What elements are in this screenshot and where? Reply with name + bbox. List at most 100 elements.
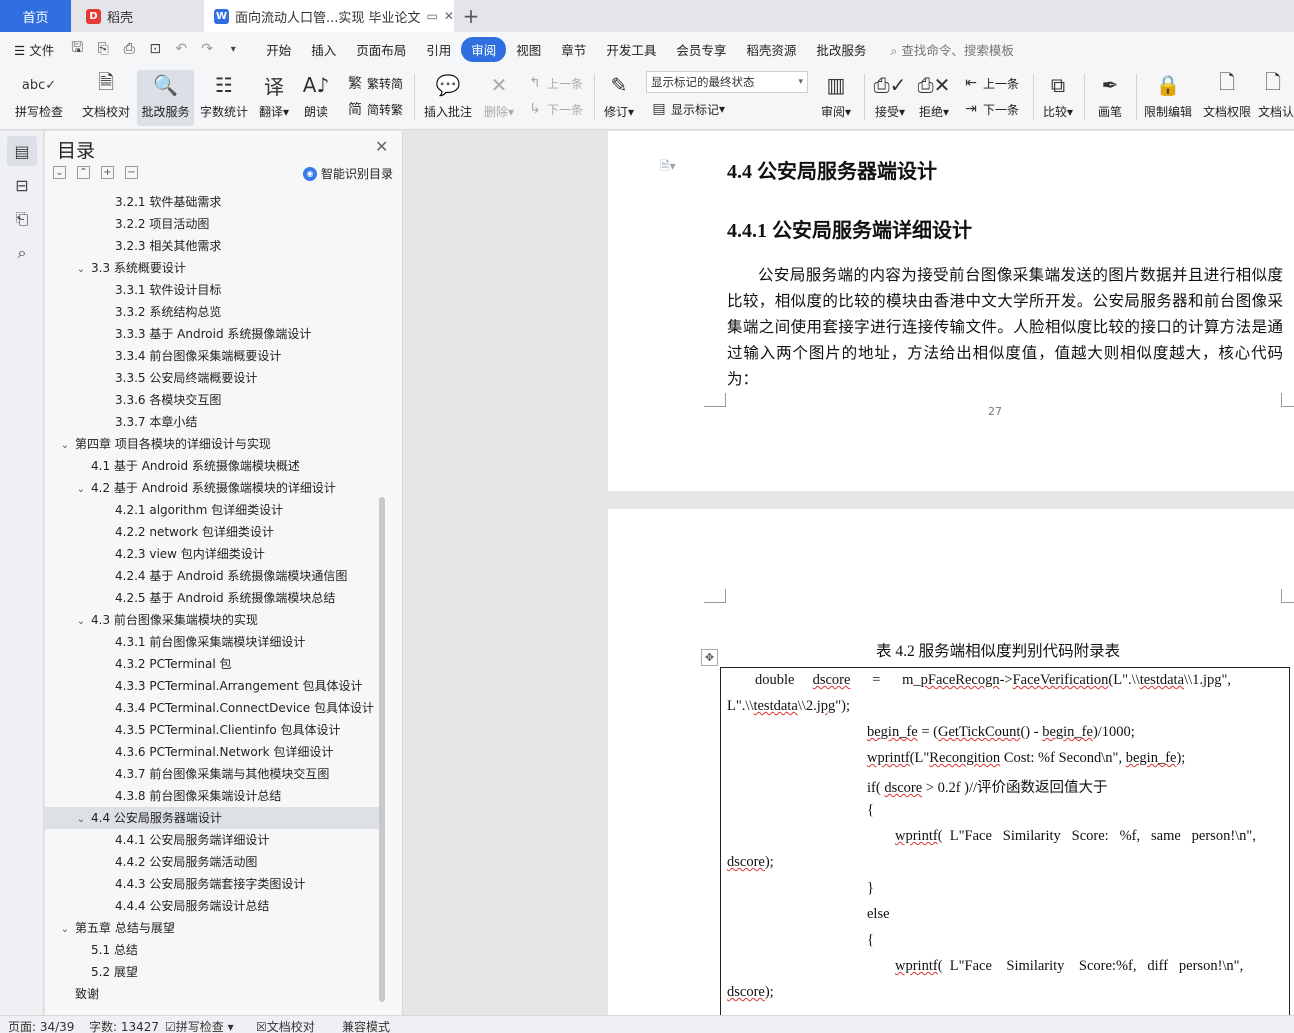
code-table[interactable]: double dscore = m_pFaceRecogn->FaceVerif… (720, 667, 1290, 1015)
simp-to-trad-button[interactable]: 简简转繁 (346, 98, 403, 120)
heading-4-4-1[interactable]: 4.4.1 公安局服务端详细设计 (727, 214, 972, 243)
toc-item[interactable]: 4.3.1 前台图像采集端模块详细设计 (45, 631, 380, 653)
collapse-all-icon[interactable]: ⌃ (77, 166, 90, 179)
toc-item[interactable]: 3.2.3 相关其他需求 (45, 235, 380, 257)
toc-item[interactable]: 4.3.7 前台图像采集端与其他模块交互图 (45, 763, 380, 785)
toc-item[interactable]: ⌄ 4.4 公安局服务器端设计 (45, 807, 380, 829)
toc-item[interactable]: 3.2.1 软件基础需求 (45, 191, 380, 213)
chapter-nav-icon[interactable]: ⊟ (7, 170, 37, 200)
compare-button[interactable]: ⧉ 比较▾ (1038, 70, 1078, 126)
menu-tab-6[interactable]: 章节 (551, 37, 596, 62)
menu-tab-7[interactable]: 开发工具 (596, 37, 666, 62)
tab-close-icon[interactable]: ✕ (444, 9, 454, 23)
toc-item[interactable]: 4.2.5 基于 Android 系统摄像端模块总结 (45, 587, 380, 609)
status-spellcheck[interactable]: ☑拼写检查 ▾ (165, 1018, 234, 1033)
print-icon[interactable]: ⎙ (118, 38, 140, 60)
command-search[interactable]: ⌕ 查找命令、搜索模板 (890, 40, 1014, 59)
chevron-down-icon[interactable]: ⌄ (75, 479, 87, 501)
add-heading-icon[interactable]: + (101, 166, 114, 179)
toc-item[interactable]: 4.2.2 network 包详细类设计 (45, 521, 380, 543)
close-icon[interactable]: ✕ (375, 137, 388, 156)
toc-item[interactable]: 4.4.1 公安局服务端详细设计 (45, 829, 380, 851)
toc-item[interactable]: 3.3.4 前台图像采集端概要设计 (45, 345, 380, 367)
menu-tab-10[interactable]: 批改服务 (806, 37, 876, 62)
menu-tab-3[interactable]: 引用 (416, 37, 461, 62)
toc-item[interactable]: ⌄ 3.3 系统概要设计 (45, 257, 380, 279)
toc-item[interactable]: 4.2.4 基于 Android 系统摄像端模块通信图 (45, 565, 380, 587)
heading-4-4[interactable]: 4.4 公安局服务器端设计 (727, 155, 937, 184)
chevron-down-icon[interactable]: ⌄ (59, 919, 71, 941)
toc-item[interactable]: 3.3.2 系统结构总览 (45, 301, 380, 323)
menu-tab-9[interactable]: 稻壳资源 (736, 37, 806, 62)
table-caption[interactable]: 表 4.2 服务端相似度判别代码附录表 (876, 639, 1120, 661)
toc-item[interactable]: 4.3.4 PCTerminal.ConnectDevice 包具体设计 (45, 697, 380, 719)
toc-item[interactable]: 5.1 总结 (45, 939, 380, 961)
next-change-button[interactable]: ⇥ 下一条 (962, 98, 1019, 120)
toc-item[interactable]: 3.3.5 公安局终端概要设计 (45, 367, 380, 389)
toc-item[interactable]: 4.2.3 view 包内详细类设计 (45, 543, 380, 565)
search-icon[interactable]: ⌕ (7, 238, 37, 268)
restrict-edit-button[interactable]: 🔒 限制编辑 (1140, 70, 1196, 126)
table-move-handle-icon[interactable]: ✥ (701, 649, 718, 666)
toc-item[interactable]: 3.3.1 软件设计目标 (45, 279, 380, 301)
smart-toc-button[interactable]: ◉ 智能识别目录 (303, 165, 393, 182)
bookmark-icon[interactable]: ⎗ (7, 204, 37, 234)
chevron-down-icon[interactable]: ⌄ (75, 259, 87, 281)
menu-tab-2[interactable]: 页面布局 (346, 37, 416, 62)
undo-icon[interactable]: ↶ (170, 38, 192, 60)
chevron-down-icon[interactable]: ⌄ (59, 435, 71, 457)
tab-home[interactable]: 首页 (0, 0, 71, 32)
toc-item[interactable]: ⌄ 第四章 项目各模块的详细设计与实现 (45, 433, 380, 455)
tab-daoke[interactable]: D 稻壳 (74, 0, 202, 32)
toc-item[interactable]: 4.1 基于 Android 系统摄像端模块概述 (45, 455, 380, 477)
remove-heading-icon[interactable]: − (125, 166, 138, 179)
toc-item[interactable]: ⌄ 4.3 前台图像采集端模块的实现 (45, 609, 380, 631)
tab-screen-icon[interactable]: ▭ (427, 9, 438, 23)
menu-tab-0[interactable]: 开始 (256, 37, 301, 62)
doc-cert-button[interactable]: 🗋 文档认 (1258, 70, 1294, 126)
chevron-down-icon[interactable]: ⌄ (75, 809, 87, 831)
file-menu[interactable]: ☰ 文件 (0, 37, 64, 62)
toc-item[interactable]: 3.3.3 基于 Android 系统摄像端设计 (45, 323, 380, 345)
paragraph-marker-icon[interactable]: 🗎▾ (660, 157, 676, 178)
redo-icon[interactable]: ↷ (196, 38, 218, 60)
menu-tab-4[interactable]: 审阅 (461, 36, 507, 62)
tab-document[interactable]: W 面向流动人口管...实现 毕业论文 ▭ ✕ (204, 0, 454, 32)
toc-item[interactable]: 4.3.5 PCTerminal.Clientinfo 包具体设计 (45, 719, 380, 741)
toc-item[interactable]: 4.4.4 公安局服务端设计总结 (45, 895, 380, 917)
next-comment-button[interactable]: ↳ 下一条 (526, 98, 583, 120)
toc-item[interactable]: ⌄ 4.2 基于 Android 系统摄像端模块的详细设计 (45, 477, 380, 499)
more-icon[interactable]: ▾ (222, 38, 244, 60)
word-count[interactable]: 字数: 13427 (89, 1018, 159, 1033)
toc-item[interactable]: 5.2 展望 (45, 961, 380, 983)
doc-rights-button[interactable]: 🗋 文档权限 (1199, 70, 1255, 126)
wordcount-button[interactable]: ☷ 字数统计 (198, 70, 250, 126)
toc-item[interactable]: 3.3.7 本章小结 (45, 411, 380, 433)
toc-item[interactable]: 4.4.2 公安局服务端活动图 (45, 851, 380, 873)
toc-item[interactable]: 4.4.3 公安局服务端套接字类图设计 (45, 873, 380, 895)
prev-change-button[interactable]: ⇤ 上一条 (962, 72, 1019, 94)
menu-tab-1[interactable]: 插入 (301, 37, 346, 62)
insert-comment-button[interactable]: 💬 插入批注 (421, 70, 475, 126)
expand-all-icon[interactable]: ⌄ (53, 166, 66, 179)
toc-item[interactable]: 3.2.2 项目活动图 (45, 213, 380, 235)
revise-button[interactable]: ✎ 修订▾ (600, 70, 638, 126)
status-proof[interactable]: ☒文档校对 (256, 1018, 315, 1033)
export-icon[interactable]: ⎘ (92, 38, 114, 60)
translate-button[interactable]: 译翻译▾ (255, 70, 293, 126)
menu-tab-5[interactable]: 视图 (506, 37, 551, 62)
toc-item[interactable]: ⌄ 第五章 总结与展望 (45, 917, 380, 939)
toc-item[interactable]: 3.3.6 各模块交互图 (45, 389, 380, 411)
toc-scrollbar[interactable] (379, 497, 385, 1002)
review-pane-button[interactable]: ▥ 审阅▾ (816, 70, 856, 126)
doccheck-button[interactable]: 🗎 文档校对 (78, 70, 134, 126)
read-aloud-button[interactable]: A♪ 朗读 (298, 70, 334, 126)
reject-button[interactable]: ⎙✕ 拒绝▾ (914, 70, 954, 126)
toc-item[interactable]: 致谢 (45, 983, 380, 1005)
chevron-down-icon[interactable]: ⌄ (75, 611, 87, 633)
preview-icon[interactable]: ⊡ (144, 38, 166, 60)
page-indicator[interactable]: 页面: 34/39 (8, 1018, 74, 1033)
new-tab-button[interactable]: + (458, 3, 484, 29)
trad-to-simp-button[interactable]: 繁繁转简 (346, 72, 403, 94)
save-icon[interactable]: 🖫 (66, 38, 88, 60)
